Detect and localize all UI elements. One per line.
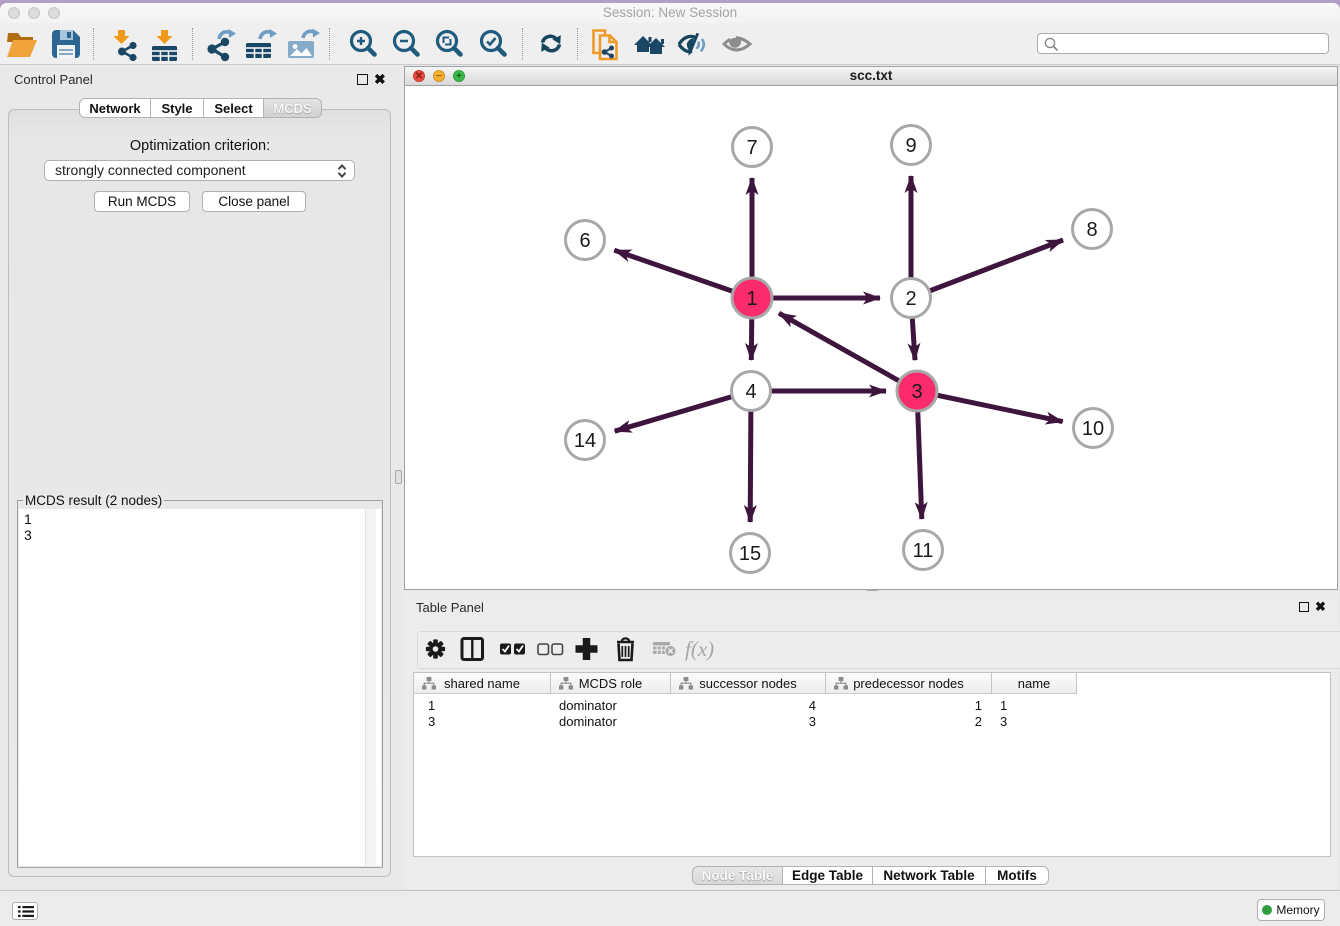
svg-text:7: 7	[746, 137, 757, 159]
svg-text:2: 2	[905, 288, 916, 310]
svg-text:1: 1	[746, 288, 757, 310]
svg-text:4: 4	[745, 381, 756, 403]
svg-text:11: 11	[913, 540, 934, 562]
svg-text:f(x): f(x)	[685, 637, 714, 661]
svg-text:9: 9	[905, 135, 916, 157]
svg-text:6: 6	[579, 230, 590, 252]
svg-text:10: 10	[1082, 418, 1104, 440]
svg-text:14: 14	[574, 430, 596, 452]
svg-text:3: 3	[911, 381, 922, 403]
svg-text:8: 8	[1086, 219, 1097, 241]
svg-text:15: 15	[739, 543, 761, 565]
